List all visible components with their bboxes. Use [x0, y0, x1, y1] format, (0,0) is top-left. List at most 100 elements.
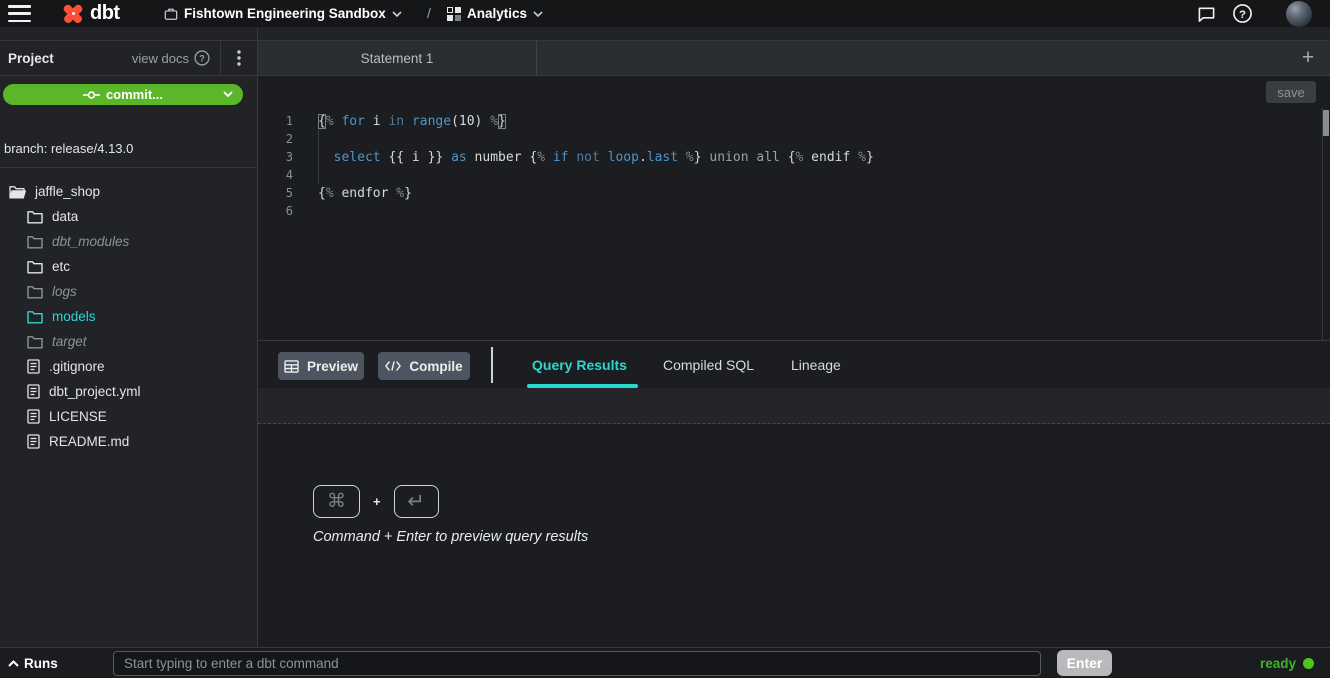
tree-item-label: LICENSE	[49, 409, 107, 424]
add-tab-button[interactable]: +	[1294, 44, 1322, 72]
top-bar: dbt Fishtown Engineering Sandbox / Analy…	[0, 0, 1330, 27]
code-text: {% for i in range(10) %}	[293, 114, 506, 129]
runs-label: Runs	[24, 656, 58, 671]
results-toolbar: Preview Compile Query Results Compiled SQ…	[258, 340, 1330, 388]
project-sidebar: Project view docs ? commit... branch: re…	[0, 27, 258, 647]
tree-item-label: etc	[52, 259, 70, 274]
compile-button-label: Compile	[409, 359, 462, 374]
scrollbar-thumb[interactable]	[1323, 110, 1329, 136]
tree-item--gitignore[interactable]: .gitignore	[0, 354, 257, 379]
preview-button[interactable]: Preview	[278, 352, 364, 380]
results-tab-lineage[interactable]: Lineage	[791, 341, 841, 388]
tree-item-label: target	[52, 334, 87, 349]
branch-label: branch: release/4.13.0	[4, 141, 133, 156]
code-line-3[interactable]: 3 select {{ i }} as number {% if not loo…	[258, 148, 1330, 166]
file-icon	[27, 434, 40, 449]
chat-icon	[1197, 5, 1216, 23]
svg-text:?: ?	[199, 53, 205, 63]
code-line-6[interactable]: 6	[258, 202, 1330, 220]
line-number: 6	[258, 204, 293, 218]
tree-item-label: .gitignore	[49, 359, 105, 374]
tree-item-readme-md[interactable]: README.md	[0, 429, 257, 454]
tree-item-target[interactable]: target	[0, 329, 257, 354]
results-panel: ⌘ + ↵ Command + Enter to preview query r…	[258, 424, 1330, 647]
project-name: Fishtown Engineering Sandbox	[184, 6, 386, 21]
save-button[interactable]: save	[1266, 81, 1316, 103]
account-name: Analytics	[467, 6, 527, 21]
toolbar-divider	[491, 347, 493, 383]
table-icon	[284, 360, 299, 373]
briefcase-icon	[164, 7, 178, 21]
line-number: 5	[258, 186, 293, 200]
shortcut-keys: ⌘ + ↵	[313, 485, 439, 518]
tree-item-etc[interactable]: etc	[0, 254, 257, 279]
file-icon	[27, 359, 40, 374]
tree-item-data[interactable]: data	[0, 204, 257, 229]
line-number: 1	[258, 114, 293, 128]
help-button[interactable]: ?	[1232, 0, 1253, 27]
dbt-command-input[interactable]	[113, 651, 1041, 676]
user-avatar[interactable]	[1286, 0, 1312, 27]
divider	[0, 167, 257, 168]
editor-toolbar: save	[258, 76, 1330, 108]
results-tab-query-results[interactable]: Query Results	[532, 341, 627, 388]
compile-button[interactable]: Compile	[378, 352, 470, 380]
chat-button[interactable]	[1197, 0, 1216, 27]
tree-item-label: data	[52, 209, 78, 224]
code-editor[interactable]: 1{% for i in range(10) %}23 select {{ i …	[258, 108, 1330, 340]
command-bar: Runs Enter ready	[0, 647, 1330, 678]
svg-text:?: ?	[1239, 9, 1246, 21]
folder-icon	[27, 335, 43, 349]
tree-item-label: models	[52, 309, 96, 324]
tab-statement-1[interactable]: Statement 1	[258, 41, 537, 76]
git-commit-icon	[83, 90, 100, 100]
results-header-strip	[258, 388, 1330, 424]
tree-item-label: logs	[52, 284, 77, 299]
folder-icon	[27, 235, 43, 249]
tree-item-logs[interactable]: logs	[0, 279, 257, 304]
preview-button-label: Preview	[307, 359, 358, 374]
tree-item-dbt-modules[interactable]: dbt_modules	[0, 229, 257, 254]
menu-icon[interactable]	[8, 5, 31, 22]
avatar	[1286, 1, 1312, 27]
folder-icon	[27, 285, 43, 299]
results-tab-compiled-sql[interactable]: Compiled SQL	[663, 341, 754, 388]
tree-item-jaffle-shop[interactable]: jaffle_shop	[0, 179, 257, 204]
tree-item-label: jaffle_shop	[35, 184, 100, 199]
code-line-2[interactable]: 2	[258, 130, 1330, 148]
folder-icon	[27, 310, 43, 324]
command-key-icon: ⌘	[313, 485, 360, 518]
status-label: ready	[1260, 656, 1296, 671]
commit-button[interactable]: commit...	[3, 84, 243, 105]
tree-item-license[interactable]: LICENSE	[0, 404, 257, 429]
dbt-logo[interactable]: dbt	[61, 1, 120, 25]
code-line-4[interactable]: 4	[258, 166, 1330, 184]
breadcrumb-separator: /	[427, 5, 431, 21]
tree-item-dbt-project-yml[interactable]: dbt_project.yml	[0, 379, 257, 404]
sidebar-menu-button[interactable]	[221, 50, 257, 66]
line-number: 3	[258, 150, 293, 164]
project-selector[interactable]: Fishtown Engineering Sandbox	[164, 0, 402, 27]
editor-scrollbar[interactable]	[1322, 108, 1330, 340]
tree-item-label: dbt_project.yml	[49, 384, 141, 399]
tree-item-models[interactable]: models	[0, 304, 257, 329]
tree-item-label: README.md	[49, 434, 129, 449]
shortcut-hint: Command + Enter to preview query results	[313, 529, 588, 545]
code-text: select {{ i }} as number {% if not loop.…	[293, 150, 874, 165]
sidebar-title: Project	[8, 51, 54, 66]
help-icon: ?	[1232, 3, 1253, 24]
account-selector[interactable]: Analytics	[447, 0, 543, 27]
view-docs-link[interactable]: view docs ?	[132, 50, 220, 66]
docs-help-icon: ?	[194, 50, 210, 66]
commit-chevron-icon[interactable]	[223, 91, 233, 97]
folder-icon	[27, 260, 43, 274]
file-icon	[27, 409, 40, 424]
enter-button[interactable]: Enter	[1057, 650, 1112, 676]
commit-button-label: commit...	[106, 87, 163, 102]
code-text: {% endfor %}	[293, 186, 412, 201]
code-line-1[interactable]: 1{% for i in range(10) %}	[258, 112, 1330, 130]
view-docs-label: view docs	[132, 51, 189, 66]
code-icon	[385, 360, 401, 372]
runs-toggle[interactable]: Runs	[8, 648, 58, 678]
code-line-5[interactable]: 5{% endfor %}	[258, 184, 1330, 202]
